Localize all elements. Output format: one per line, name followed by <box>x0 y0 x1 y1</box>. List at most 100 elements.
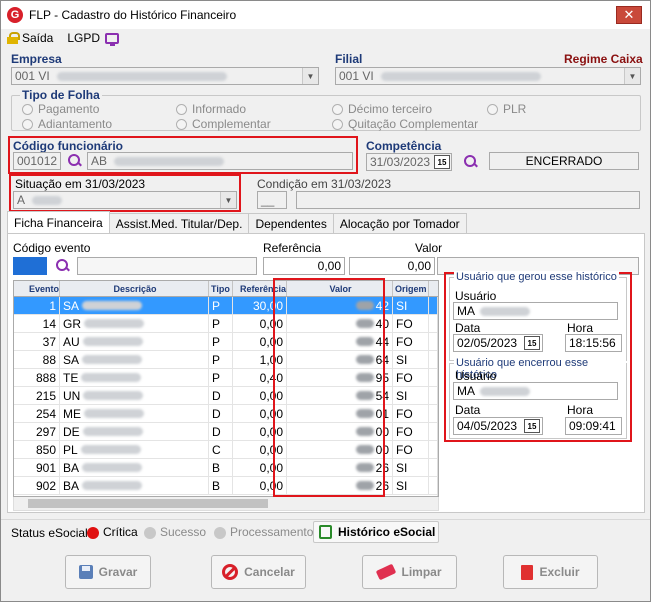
esocial-processing: Processamento <box>214 525 313 539</box>
cell-tipo: D <box>209 405 233 422</box>
esocial-history-button[interactable]: Histórico eSocial <box>313 521 439 543</box>
menu-bar: Saída LGPD <box>1 29 650 47</box>
chevron-down-icon: ▼ <box>624 68 640 84</box>
cell-tipo: B <box>209 459 233 476</box>
cell-origem: FO <box>393 369 429 386</box>
close-icon: ✕ <box>623 7 635 22</box>
radio-icon <box>176 103 187 115</box>
cell-descricao: ME <box>60 405 209 422</box>
save-button[interactable]: Gravar <box>65 555 151 589</box>
radio-adiantamento[interactable]: Adiantamento <box>22 117 112 131</box>
search-icon[interactable] <box>463 154 478 169</box>
radio-icon <box>487 103 498 115</box>
radio-decimo-terceiro[interactable]: Décimo terceiro <box>332 102 432 116</box>
radio-plr[interactable]: PLR <box>487 102 526 116</box>
menu-lgpd[interactable]: LGPD <box>67 31 120 46</box>
radio-pagamento[interactable]: Pagamento <box>22 102 99 116</box>
cell-tipo: P <box>209 351 233 368</box>
cell-descricao-text: PL <box>63 442 78 457</box>
lock-icon <box>7 32 20 44</box>
radio-icon <box>176 118 187 130</box>
cell-origem: SI <box>393 387 429 404</box>
cell-evento: 37 <box>14 333 60 350</box>
event-code-input[interactable] <box>13 257 47 275</box>
branch-select[interactable]: 001 VI ▼ <box>335 67 641 85</box>
situation-select[interactable]: A ▼ <box>13 191 237 209</box>
cell-descricao-text: UN <box>63 388 81 403</box>
value-column-highlight <box>273 278 385 497</box>
esocial-label: Status eSocial: <box>11 526 92 540</box>
vertical-scrollbar[interactable] <box>437 297 438 496</box>
search-icon[interactable] <box>55 258 70 273</box>
cell-descricao-text: SA <box>63 298 80 313</box>
cell-descricao: DE <box>60 423 209 440</box>
cell-evento: 14 <box>14 315 60 332</box>
cell-descricao-text: TE <box>63 370 79 385</box>
cell-descricao: BA <box>60 477 209 494</box>
calendar-icon[interactable]: 15 <box>524 419 540 433</box>
col-header-evento[interactable]: Evento <box>14 281 60 296</box>
cell-origem: FO <box>393 315 429 332</box>
radio-informado[interactable]: Informado <box>176 102 246 116</box>
clear-button[interactable]: Limpar <box>362 555 457 589</box>
cell-origem: SI <box>393 477 429 494</box>
employee-name-field: AB <box>87 152 353 170</box>
tab-ficha-financeira[interactable]: Ficha Financeira <box>7 211 110 233</box>
cell-tipo: P <box>209 333 233 350</box>
search-icon[interactable] <box>67 153 82 168</box>
condition-code: __ <box>257 191 287 209</box>
eraser-icon <box>376 563 397 581</box>
cell-descricao-text: DE <box>63 424 80 439</box>
calendar-icon[interactable]: 15 <box>524 336 540 350</box>
radio-quitacao-complementar[interactable]: Quitação Complementar <box>332 117 478 131</box>
employee-code-input[interactable]: 001012 <box>13 152 61 170</box>
tab-dependentes[interactable]: Dependentes <box>248 213 334 233</box>
delete-button[interactable]: Excluir <box>503 555 598 589</box>
cell-evento: 254 <box>14 405 60 422</box>
employee-code-label: Código funcionário <box>13 139 123 153</box>
cell-origem: FO <box>393 333 429 350</box>
col-header-tipo[interactable]: Tipo <box>209 281 233 296</box>
cell-origem: FO <box>393 441 429 458</box>
reference-label: Referência <box>263 241 322 255</box>
chevron-down-icon: ▼ <box>302 68 318 84</box>
radio-complementar[interactable]: Complementar <box>176 117 271 131</box>
esocial-success: Sucesso <box>144 525 206 539</box>
company-select[interactable]: 001 VI ▼ <box>11 67 319 85</box>
value-input[interactable]: 0,00 <box>349 257 435 275</box>
cell-descricao: UN <box>60 387 209 404</box>
closed-time-label: Hora <box>567 403 594 417</box>
created-date-label: Data <box>455 321 481 335</box>
close-button[interactable]: ✕ <box>616 6 642 24</box>
created-by-title: Usuário que gerou esse histórico <box>454 271 619 283</box>
col-header-origem[interactable]: Origem <box>393 281 429 296</box>
event-code-label: Código evento <box>13 241 91 255</box>
cell-descricao: SA <box>60 297 209 314</box>
cell-origem: SI <box>393 459 429 476</box>
col-header-descricao[interactable]: Descrição <box>60 281 209 296</box>
regime-label: Regime Caixa <box>564 52 643 66</box>
cancel-button[interactable]: Cancelar <box>211 555 306 589</box>
cell-descricao: PL <box>60 441 209 458</box>
horizontal-scrollbar[interactable] <box>13 497 439 511</box>
cell-descricao: BA <box>60 459 209 476</box>
reference-input[interactable]: 0,00 <box>263 257 345 275</box>
menu-exit[interactable]: Saída <box>7 31 53 45</box>
scroll-thumb[interactable] <box>28 499 268 508</box>
competence-date: 31/03/2023 <box>370 155 431 169</box>
radio-icon <box>332 118 343 130</box>
cell-descricao: TE <box>60 369 209 386</box>
employee-name-value: AB <box>91 154 108 168</box>
tab-alocacao[interactable]: Alocação por Tomador <box>332 213 467 233</box>
chevron-down-icon: ▼ <box>220 192 236 208</box>
cell-descricao: AU <box>60 333 209 350</box>
cell-origem: SI <box>393 297 429 314</box>
cell-evento: 88 <box>14 351 60 368</box>
cell-tipo: P <box>209 315 233 332</box>
cell-origem: SI <box>393 351 429 368</box>
created-user-value: MA <box>457 304 475 318</box>
radio-icon <box>22 118 33 130</box>
calendar-icon[interactable]: 15 <box>434 155 450 169</box>
tab-assist-med[interactable]: Assist.Med. Titular/Dep. <box>108 213 250 233</box>
cell-descricao: GR <box>60 315 209 332</box>
